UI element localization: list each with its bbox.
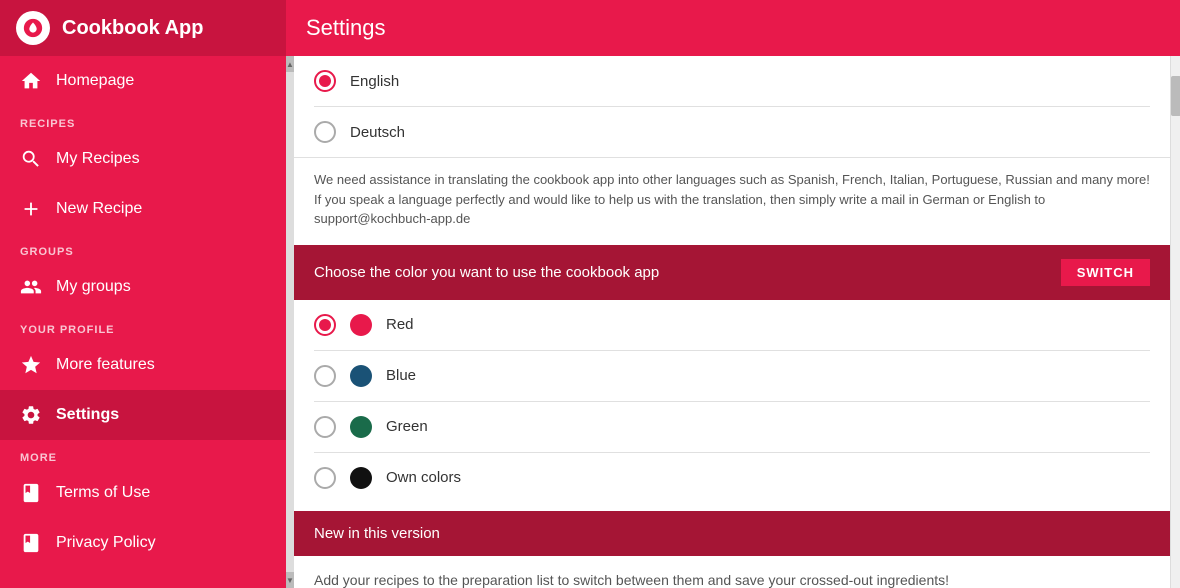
sidebar-item-settings[interactable]: Settings [0, 390, 286, 440]
scroll-up-arrow[interactable]: ▲ [286, 56, 294, 72]
my-groups-label: My groups [56, 278, 131, 296]
green-label: Green [386, 418, 428, 435]
green-radio[interactable] [314, 416, 336, 438]
color-section-header: Choose the color you want to use the coo… [294, 245, 1170, 300]
own-radio[interactable] [314, 467, 336, 489]
left-scrollbar[interactable]: ▲ ▼ [286, 56, 294, 588]
app-title: Cookbook App [62, 17, 203, 40]
red-label: Red [386, 316, 414, 333]
language-option-deutsch[interactable]: Deutsch [314, 107, 1150, 157]
own-label: Own colors [386, 469, 461, 486]
scroll-thumb[interactable] [1171, 76, 1180, 116]
settings-content: English Deutsch We need assistance in tr… [294, 56, 1170, 588]
sidebar-item-homepage[interactable]: Homepage [0, 56, 286, 106]
blue-dot [350, 365, 372, 387]
search-icon [20, 148, 42, 170]
scroll-down-arrow[interactable]: ▼ [286, 572, 294, 588]
people-icon [20, 276, 42, 298]
deutsch-label: Deutsch [350, 124, 405, 141]
version-text: Add your recipes to the preparation list… [294, 556, 1170, 588]
sidebar-item-privacy[interactable]: Privacy Policy [0, 518, 286, 568]
star-icon [20, 354, 42, 376]
book-icon [20, 482, 42, 504]
blue-label: Blue [386, 367, 416, 384]
more-section-label: MORE [0, 440, 286, 468]
settings-icon [20, 404, 42, 426]
color-options: Red Blue Green [294, 300, 1170, 503]
app-logo [16, 11, 50, 45]
main-header: Settings [286, 0, 1180, 56]
green-dot [350, 416, 372, 438]
profile-section-label: YOUR PROFILE [0, 312, 286, 340]
version-section-label: New in this version [314, 525, 440, 542]
privacy-label: Privacy Policy [56, 534, 156, 552]
blue-radio[interactable] [314, 365, 336, 387]
version-section-header: New in this version [294, 511, 1170, 556]
sidebar-nav: Homepage RECIPES My Recipes New Recipe G… [0, 56, 286, 588]
own-dot [350, 467, 372, 489]
right-scrollbar[interactable] [1170, 56, 1180, 588]
red-dot [350, 314, 372, 336]
deutsch-radio[interactable] [314, 121, 336, 143]
language-options: English Deutsch [294, 56, 1170, 157]
settings-page-title: Settings [306, 15, 386, 41]
sidebar-header: Cookbook App [0, 0, 286, 56]
color-option-green[interactable]: Green [314, 402, 1150, 453]
homepage-label: Homepage [56, 72, 134, 90]
settings-label: Settings [56, 406, 119, 424]
color-option-own[interactable]: Own colors [314, 453, 1150, 503]
color-option-blue[interactable]: Blue [314, 351, 1150, 402]
red-radio-inner [319, 319, 331, 331]
new-version-section: New in this version Add your recipes to … [294, 511, 1170, 588]
color-option-red[interactable]: Red [314, 300, 1150, 351]
add-icon [20, 198, 42, 220]
my-recipes-label: My Recipes [56, 150, 140, 168]
home-icon [20, 70, 42, 92]
red-radio[interactable] [314, 314, 336, 336]
sidebar-item-terms[interactable]: Terms of Use [0, 468, 286, 518]
recipes-section-label: RECIPES [0, 106, 286, 134]
terms-label: Terms of Use [56, 484, 150, 502]
language-option-english[interactable]: English [314, 56, 1150, 107]
switch-button[interactable]: SWITCH [1061, 259, 1150, 286]
translation-help-text: We need assistance in translating the co… [294, 157, 1170, 245]
sidebar-item-my-groups[interactable]: My groups [0, 262, 286, 312]
new-recipe-label: New Recipe [56, 200, 142, 218]
color-section-label: Choose the color you want to use the coo… [314, 264, 659, 281]
content-wrapper: ▲ ▼ English Deutsch [286, 56, 1180, 588]
sidebar-item-more-features[interactable]: More features [0, 340, 286, 390]
groups-section-label: GROUPS [0, 234, 286, 262]
privacy-icon [20, 532, 42, 554]
more-features-label: More features [56, 356, 155, 374]
english-radio[interactable] [314, 70, 336, 92]
sidebar: Cookbook App Homepage RECIPES My Recipes… [0, 0, 286, 588]
sidebar-item-new-recipe[interactable]: New Recipe [0, 184, 286, 234]
settings-content-scroll[interactable]: English Deutsch We need assistance in tr… [294, 56, 1170, 588]
sidebar-item-my-recipes[interactable]: My Recipes [0, 134, 286, 184]
english-radio-inner [319, 75, 331, 87]
main-area: Settings ▲ ▼ English [286, 0, 1180, 588]
english-label: English [350, 73, 399, 90]
